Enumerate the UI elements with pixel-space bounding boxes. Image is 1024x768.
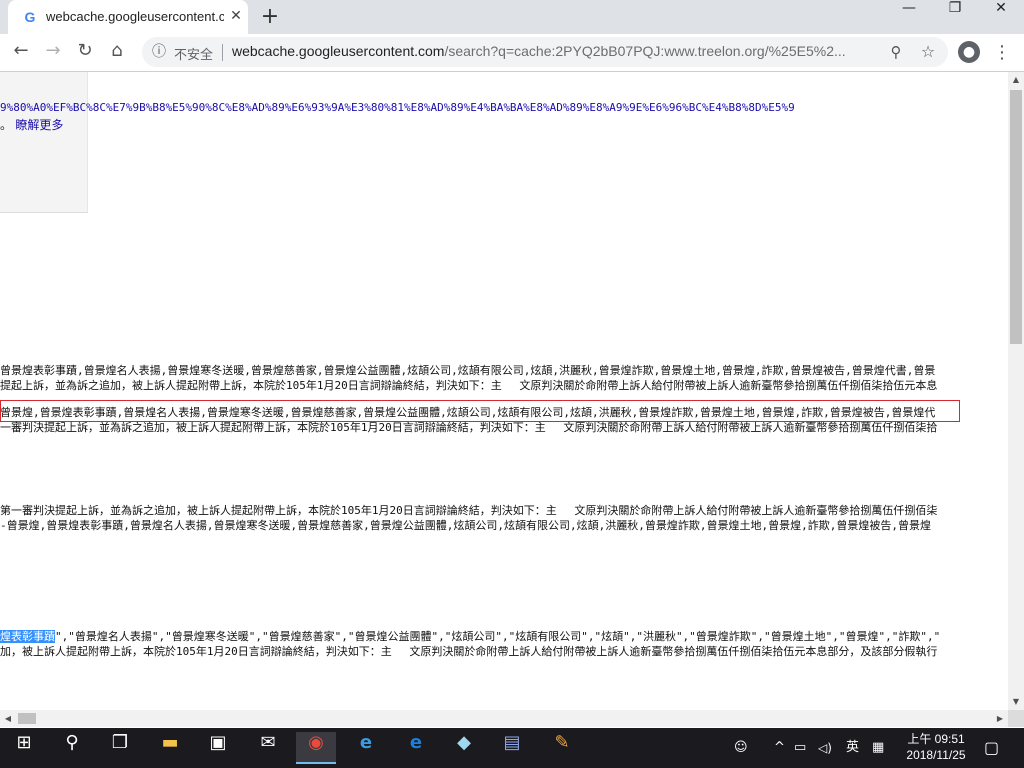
horizontal-scrollbar[interactable]: ◀ ▶ <box>0 710 1008 727</box>
search-icon[interactable]: ⚲ <box>52 732 92 764</box>
windows-taskbar: ⊞ ⚲ ❐ ▬ ▣ ✉ ◉ e e ◆ ▤ ✎ ☺ ^ ▭ ◁) 英 ▦ 上午 … <box>0 728 1024 768</box>
clock-time: 上午 09:51 <box>907 732 965 746</box>
volume-icon[interactable]: ◁) <box>818 738 832 758</box>
omnibox-divider <box>222 44 223 61</box>
zoom-icon[interactable]: ⚲ <box>886 42 906 62</box>
new-tab-button[interactable]: + <box>258 5 282 29</box>
horizontal-scroll-thumb[interactable] <box>18 713 36 724</box>
reload-button[interactable]: ↻ <box>72 40 98 66</box>
text-line: 曾景煌表彰事蹟,曾景煌名人表揚,曾景煌寒冬送暖,曾景煌慈善家,曾景煌公益團體,炫… <box>0 364 936 377</box>
minimize-button[interactable]: — <box>886 0 932 30</box>
maximize-button[interactable]: ❐ <box>932 0 978 30</box>
forward-button[interactable]: → <box>40 40 66 66</box>
cache-url-text[interactable]: 9%80%A0%EF%BC%8C%E7%9B%B8%E5%90%8C%E8%AD… <box>0 101 795 114</box>
close-tab-icon[interactable]: ✕ <box>228 8 244 24</box>
people-icon[interactable]: ☺ <box>734 738 748 758</box>
clock-date: 2018/11/25 <box>906 748 966 762</box>
edge-icon[interactable]: e <box>396 732 436 764</box>
selected-line-rest: ","曾景煌名人表揚","曾景煌寒冬送暖","曾景煌慈善家","曾景煌公益團體"… <box>55 630 941 643</box>
mail-icon[interactable]: ✉ <box>248 732 288 764</box>
text-line: 第一審判決提起上訴，並為訴之追加，被上訴人提起附帶上訴，本院於105年1月20日… <box>0 504 938 517</box>
url-path: /search?q=cache:2PYQ2bB07PQJ:www.treelon… <box>444 43 846 59</box>
tab-webcache[interactable]: G webcache.googleusercontent.c ✕ <box>8 0 248 34</box>
tab-title: webcache.googleusercontent.c <box>46 9 224 24</box>
text-line: 提起上訴，並為訴之追加，被上訴人提起附帶上訴，本院於105年1月20日言詞辯論終… <box>0 379 938 392</box>
store-icon[interactable]: ▣ <box>198 732 238 764</box>
home-button[interactable]: ⌂ <box>104 40 130 66</box>
learn-more-row: 。 瞭解更多 <box>0 116 63 133</box>
url-host: webcache.googleusercontent.com <box>232 43 445 59</box>
task-view-icon[interactable]: ❐ <box>100 732 140 764</box>
insecure-label[interactable]: 不安全 <box>174 44 213 63</box>
app-icon[interactable]: ◆ <box>444 732 484 764</box>
selected-text[interactable]: 煌表彰事蹟 <box>0 630 55 643</box>
learn-more-link[interactable]: 瞭解更多 <box>15 118 63 132</box>
title-bar: G webcache.googleusercontent.c ✕ + — ❐ ✕ <box>0 0 1024 34</box>
vertical-scroll-thumb[interactable] <box>1010 90 1022 344</box>
vertical-scrollbar[interactable]: ▲ ▼ <box>1008 72 1024 710</box>
ime-mode[interactable]: 英 <box>846 738 859 758</box>
text-line: -曾景煌,曾景煌表彰事蹟,曾景煌名人表揚,曾景煌寒冬送暖,曾景煌慈善家,曾景煌公… <box>0 519 931 532</box>
text-line: 加，被上訴人提起附帶上訴，本院於105年1月20日言詞辯論終結，判決如下：主 文… <box>0 645 938 658</box>
scroll-left-icon[interactable]: ◀ <box>0 710 16 727</box>
site-info-icon[interactable]: ⓘ <box>150 43 168 61</box>
network-icon[interactable]: ▭ <box>794 738 806 758</box>
text-line: 曾景煌,曾景煌表彰事蹟,曾景煌名人表揚,曾景煌寒冬送暖,曾景煌慈善家,曾景煌公益… <box>0 406 936 419</box>
text-line: 一審判決提起上訴，並為訴之追加，被上訴人提起附帶上訴，本院於105年1月20日言… <box>0 421 938 434</box>
scrollbar-corner <box>1008 710 1024 727</box>
paint-icon[interactable]: ✎ <box>542 732 582 764</box>
clock[interactable]: 上午 09:51 2018/11/25 <box>896 731 976 763</box>
back-button[interactable]: ← <box>8 40 34 66</box>
chrome-menu-icon[interactable]: ⋮ <box>992 40 1012 66</box>
action-center-icon[interactable]: ▢ <box>984 738 999 758</box>
close-window-button[interactable]: ✕ <box>978 0 1024 30</box>
chrome-icon[interactable]: ◉ <box>296 732 336 764</box>
google-favicon-icon: G <box>24 9 36 25</box>
profile-avatar-icon[interactable]: ● <box>958 41 980 63</box>
scroll-right-icon[interactable]: ▶ <box>992 710 1008 727</box>
learn-more-prefix: 。 <box>0 118 13 132</box>
url-text[interactable]: webcache.googleusercontent.com/search?q=… <box>232 43 872 63</box>
page-content: 9%80%A0%EF%BC%8C%E7%9B%B8%E5%90%8C%E8%AD… <box>0 72 1008 710</box>
bookmark-star-icon[interactable]: ☆ <box>918 42 938 62</box>
ime-pad-icon[interactable]: ▦ <box>872 738 884 758</box>
file-explorer-icon[interactable]: ▬ <box>150 732 190 764</box>
tray-chevron-icon[interactable]: ^ <box>774 738 785 758</box>
scroll-up-icon[interactable]: ▲ <box>1008 72 1024 88</box>
app-icon-2[interactable]: ▤ <box>492 732 532 764</box>
address-bar[interactable]: ⓘ 不安全 webcache.googleusercontent.com/sea… <box>142 37 948 67</box>
start-icon[interactable]: ⊞ <box>4 732 44 764</box>
browser-toolbar: ← → ↻ ⌂ ⓘ 不安全 webcache.googleusercontent… <box>0 34 1024 72</box>
internet-explorer-icon[interactable]: e <box>346 732 386 764</box>
text-line-selected: 煌表彰事蹟","曾景煌名人表揚","曾景煌寒冬送暖","曾景煌慈善家","曾景煌… <box>0 630 940 644</box>
scroll-down-icon[interactable]: ▼ <box>1008 694 1024 710</box>
cache-info-box <box>0 72 88 213</box>
